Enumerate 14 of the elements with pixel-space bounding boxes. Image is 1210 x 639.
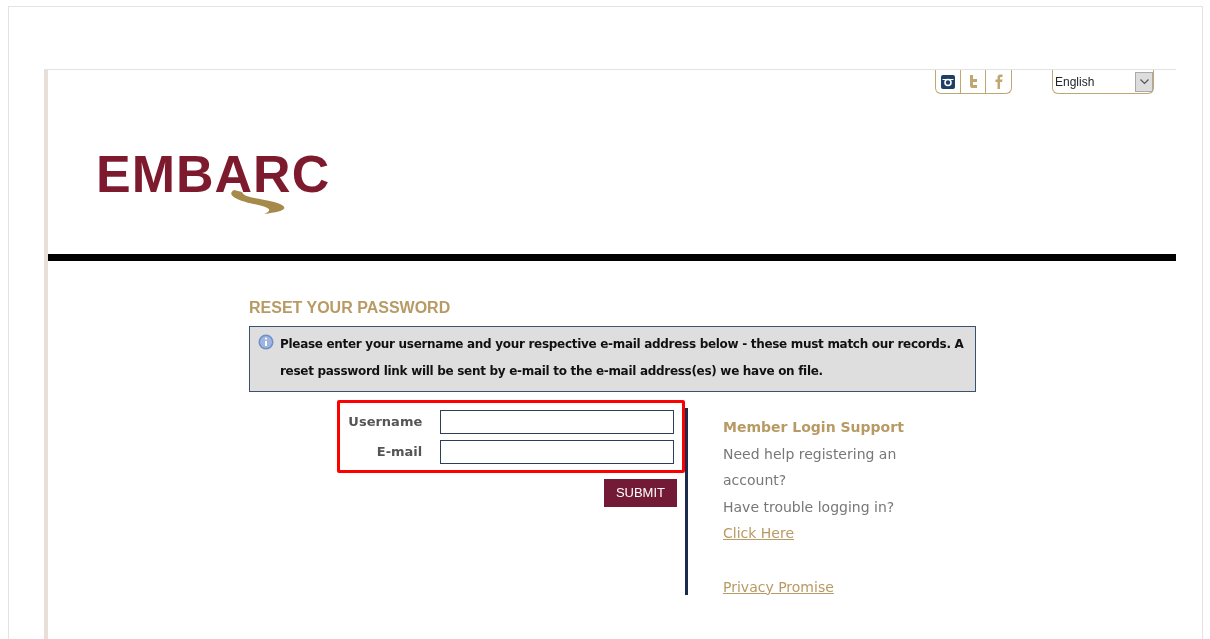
- notice-text: Please enter your username and your respective e-mail address below - these must match our records. A reset password link will be sent by e-mail to the e-mail address(es) we have on file.: [280, 336, 965, 380]
- input-field[interactable]: [440, 440, 674, 464]
- chevron-down-icon: [1135, 71, 1153, 92]
- field-label: Username: [348, 413, 423, 432]
- language-select[interactable]: English: [1052, 70, 1154, 94]
- support-text: Need help registering an account?: [723, 444, 898, 490]
- field-label: E-mail: [375, 443, 423, 462]
- info-icon: [258, 334, 274, 350]
- submit-button[interactable]: SUBMIT: [603, 479, 677, 507]
- page-title: RESET YOUR PASSWORD: [249, 298, 452, 318]
- support-text: Have trouble logging in?: [723, 497, 896, 517]
- support-title: Member Login Support: [723, 418, 905, 437]
- input-field[interactable]: [440, 410, 674, 434]
- logo-text: EMBARC: [96, 145, 331, 203]
